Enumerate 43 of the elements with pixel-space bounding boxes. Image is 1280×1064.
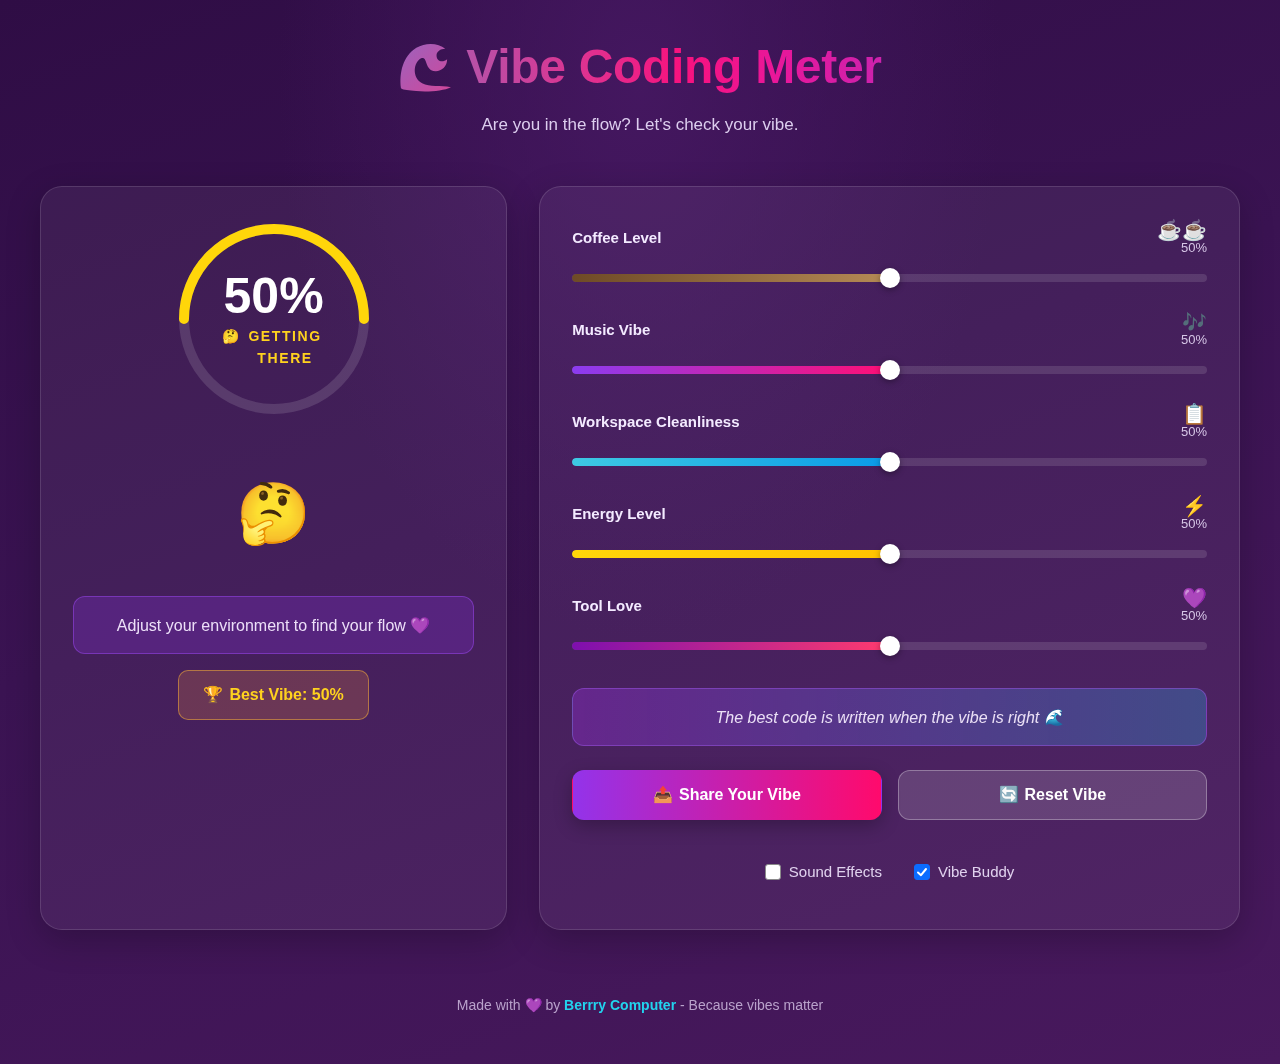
vibe-percentage: 50% bbox=[223, 269, 324, 323]
slider-track[interactable] bbox=[572, 366, 1207, 374]
slider-value: 50% bbox=[1180, 333, 1207, 347]
checkbox[interactable] bbox=[913, 864, 930, 880]
vibe-status: GETTING THERE bbox=[247, 327, 323, 368]
slider-track[interactable] bbox=[572, 274, 1207, 282]
wave-icon bbox=[398, 42, 453, 92]
slider-track[interactable] bbox=[572, 550, 1207, 558]
slider-track[interactable] bbox=[572, 642, 1207, 650]
subtitle: Are you in the flow? Let's check your vibe. bbox=[481, 115, 799, 135]
reset-button[interactable]: 🔄 Reset Vibe bbox=[897, 770, 1207, 820]
footer-link[interactable]: Berrry Computer bbox=[564, 997, 677, 1013]
thinking-face-icon: 🤔 bbox=[236, 481, 312, 547]
slider-thumb[interactable] bbox=[879, 544, 900, 564]
slider-value: 50% bbox=[1180, 609, 1207, 623]
slider-label: Music Vibe bbox=[572, 320, 651, 338]
slider-value: 50% bbox=[1180, 425, 1207, 439]
thinking-face-icon: 🤔 bbox=[222, 325, 240, 347]
slider-label: Coffee Level bbox=[572, 228, 662, 246]
slider-thumb[interactable] bbox=[879, 360, 900, 380]
trophy-icon: 🏆 bbox=[203, 685, 224, 705]
outbox-tray-icon: 📤 bbox=[652, 785, 673, 805]
slider-label: Energy Level bbox=[572, 504, 666, 522]
coffee-cup-icon: ☕☕ bbox=[1157, 219, 1207, 241]
slider-thumb[interactable] bbox=[879, 636, 900, 656]
arrows-icon: 🔄 bbox=[998, 785, 1019, 805]
best-vibe-text: Best Vibe: 50% bbox=[229, 685, 344, 705]
vibe-quote: The best code is written when the vibe is right 🌊 bbox=[572, 688, 1207, 746]
option-label[interactable]: Sound Effects bbox=[788, 863, 882, 881]
vibe-message: Adjust your environment to find your flow 💜 bbox=[73, 596, 475, 654]
slider-thumb[interactable] bbox=[879, 452, 900, 472]
option-label[interactable]: Vibe Buddy bbox=[937, 863, 1015, 881]
slider-value: 50% bbox=[1180, 241, 1207, 255]
slider-label: Tool Love bbox=[572, 596, 642, 614]
checkbox[interactable] bbox=[764, 864, 781, 880]
slider-thumb[interactable] bbox=[879, 268, 900, 288]
slider-track[interactable] bbox=[572, 458, 1207, 466]
heart-icon: 💜 bbox=[1182, 587, 1207, 609]
music-notes-icon: 🎶 bbox=[1182, 311, 1207, 333]
clipboard-icon: 📋 bbox=[1182, 403, 1207, 425]
share-button[interactable]: 📤 Share Your Vibe bbox=[572, 770, 882, 820]
slider-label: Workspace Cleanliness bbox=[572, 412, 740, 430]
footer-text: Made with 💜 by Berrry Computer - Because vibes matter bbox=[456, 996, 824, 1014]
